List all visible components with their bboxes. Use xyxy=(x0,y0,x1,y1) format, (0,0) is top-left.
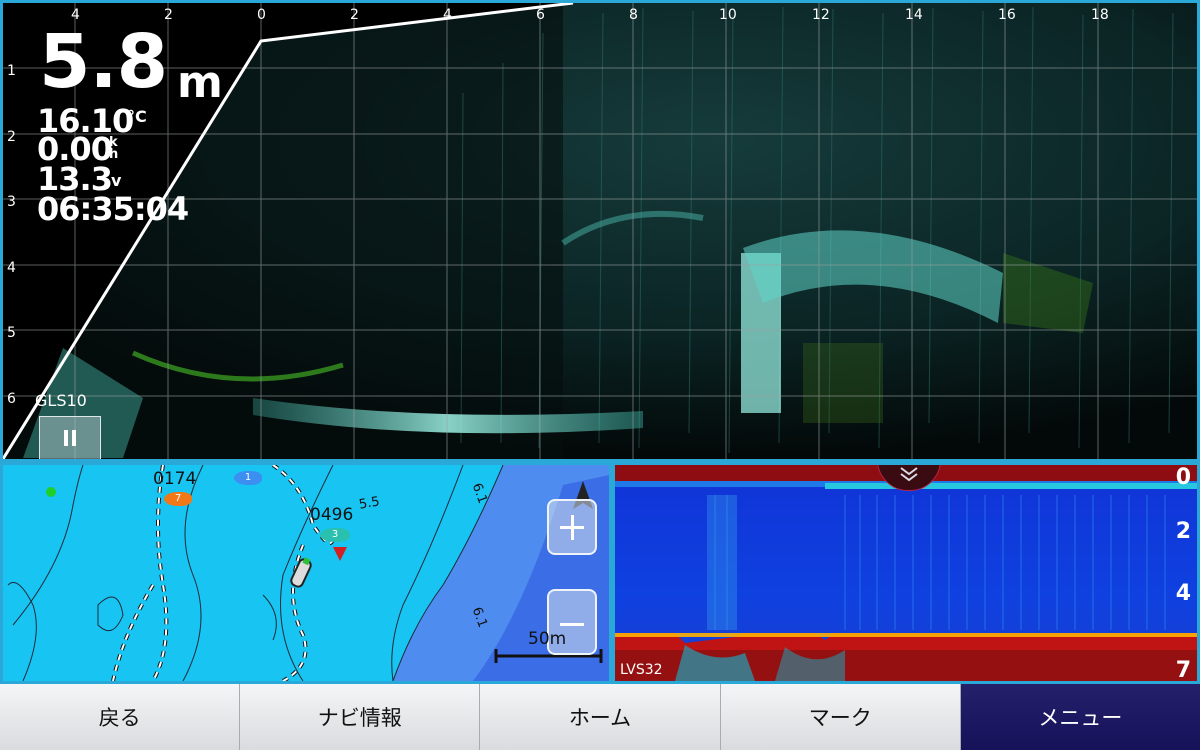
depth-tick: 4 xyxy=(1175,581,1191,606)
livescope-panel[interactable]: 4 2 0 2 4 6 8 10 12 14 16 18 1 2 3 4 5 6… xyxy=(0,0,1200,462)
range-tick: 0 xyxy=(257,7,266,23)
depth-tick: 0 xyxy=(1175,465,1191,490)
range-tick: 12 xyxy=(812,7,830,23)
bottom-nav-bar: 戻る ナビ情報 ホーム マーク メニュー xyxy=(0,684,1200,750)
menu-button[interactable]: メニュー xyxy=(960,684,1200,750)
back-button[interactable]: 戻る xyxy=(0,684,241,750)
range-tick: 6 xyxy=(536,7,545,23)
transducer-label: LVS32 xyxy=(620,662,663,678)
fishfinder-screen: 4 2 0 2 4 6 8 10 12 14 16 18 1 2 3 4 5 6… xyxy=(0,0,1200,750)
pause-button[interactable] xyxy=(39,416,101,459)
range-tick: 10 xyxy=(719,7,737,23)
scale-label: 50m xyxy=(528,629,567,649)
range-tick: 8 xyxy=(629,7,638,23)
depth-tick: 7 xyxy=(1175,658,1191,683)
chart-panel[interactable]: 0174 0496 6.1 6.1 5.5 7 1 3 xyxy=(0,462,612,684)
depth-tick: 6 xyxy=(7,391,16,407)
temperature-unit: °C xyxy=(127,107,147,126)
depth-tick: 3 xyxy=(7,194,16,210)
depth-unit: m xyxy=(177,57,223,108)
mark-button[interactable]: マーク xyxy=(720,684,961,750)
range-tick: 2 xyxy=(350,7,359,23)
depth-tick: 2 xyxy=(7,129,16,145)
home-button[interactable]: ホーム xyxy=(480,684,721,750)
speed-unit: k h xyxy=(109,135,119,162)
zoom-in-button[interactable] xyxy=(547,499,597,555)
clock-readout: 06:35:04 xyxy=(37,190,189,228)
chart-map xyxy=(7,465,609,681)
waypoint-dot[interactable] xyxy=(46,487,56,497)
fish-icon[interactable]: 3 xyxy=(320,528,350,542)
range-tick: 18 xyxy=(1091,7,1109,23)
nav-info-button[interactable]: ナビ情報 xyxy=(240,684,481,750)
collapse-button[interactable] xyxy=(877,465,941,491)
voltage-unit: v xyxy=(111,171,122,190)
depth-tick: 5 xyxy=(7,325,16,341)
waypoint-flag[interactable] xyxy=(333,547,347,561)
depth-tick: 1 xyxy=(7,63,16,79)
chevron-double-down-icon xyxy=(900,467,918,482)
transducer-label: GLS10 xyxy=(35,391,87,410)
depth-readout: 5.8 xyxy=(39,19,168,105)
depth-tick: 2 xyxy=(1175,519,1191,544)
sonar-history-panel[interactable]: 0 2 4 7 LVS32 xyxy=(612,462,1200,684)
fish-icon[interactable]: 7 xyxy=(164,492,192,506)
waypoint-label: 0174 xyxy=(153,469,197,489)
sonar-history-image xyxy=(615,465,1197,681)
contour-label: 5.5 xyxy=(357,494,381,513)
range-tick: 16 xyxy=(998,7,1016,23)
range-tick: 4 xyxy=(443,7,452,23)
boat-icon xyxy=(290,557,312,588)
waypoint-label: 0496 xyxy=(310,505,354,525)
pause-icon xyxy=(62,430,78,446)
fish-icon[interactable]: 1 xyxy=(234,471,262,485)
range-tick: 14 xyxy=(905,7,923,23)
depth-tick: 4 xyxy=(7,260,16,276)
